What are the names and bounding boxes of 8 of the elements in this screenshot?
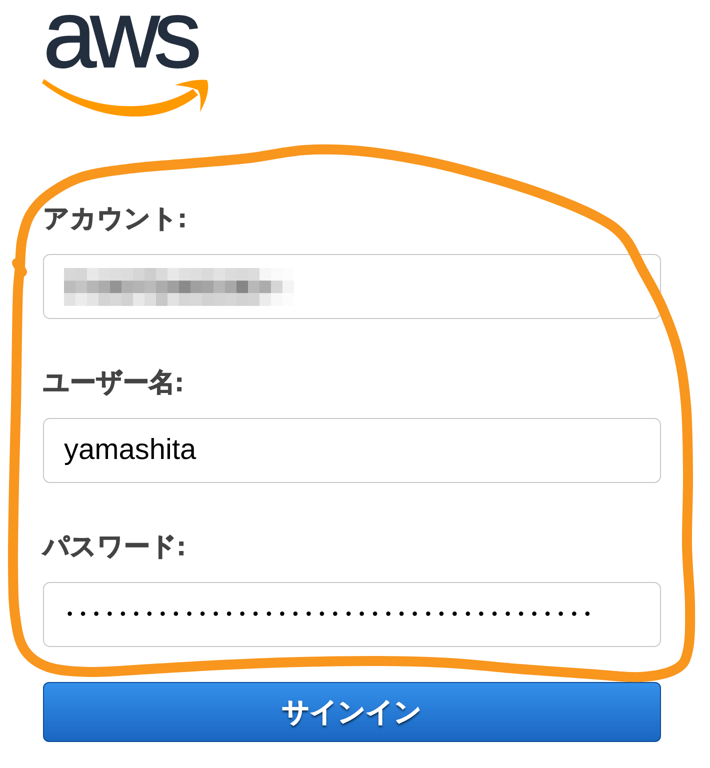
password-field[interactable]: •••••••••••••••••••••••••••••••••••••••• [43,582,661,647]
field-label: パスワード: [43,530,186,562]
field-label: アカウント: [43,202,187,234]
sign-in-button[interactable]: サインイン [43,682,661,742]
field-label: ユーザー名: [43,366,184,398]
smile-arrow-icon [41,78,211,118]
input-field[interactable]: yamashita [43,418,661,483]
input-field[interactable] [43,254,661,319]
